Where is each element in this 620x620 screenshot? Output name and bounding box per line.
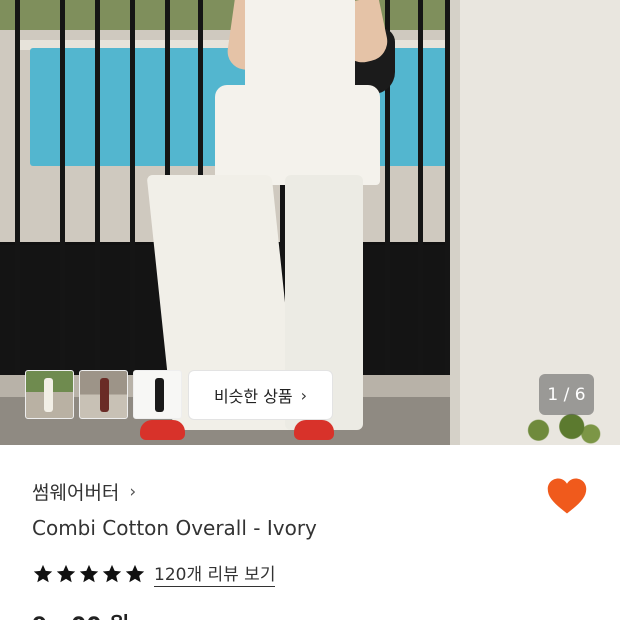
star-icon xyxy=(102,564,122,582)
model-shoe xyxy=(294,420,334,440)
fence-bar xyxy=(130,0,135,375)
rating-stars xyxy=(32,563,146,585)
thumbnail-figure xyxy=(155,378,164,412)
fence-bar xyxy=(95,0,100,375)
fence-bar xyxy=(418,0,423,375)
thumbnail-3[interactable] xyxy=(133,370,182,419)
image-counter: 1 / 6 xyxy=(539,374,594,415)
overall-top xyxy=(215,85,380,185)
brand-name: 썸웨어버터 xyxy=(32,482,120,504)
product-title: Combi Cotton Overall - Ivory xyxy=(32,516,317,540)
rating-row: 120개 리뷰 보기 xyxy=(32,560,276,587)
fence-bar xyxy=(60,0,65,375)
wall-shade xyxy=(450,0,460,445)
chevron-right-icon: › xyxy=(129,481,137,502)
chevron-right-icon: › xyxy=(300,385,308,405)
model-shoe xyxy=(140,420,185,440)
thumbnail-2[interactable] xyxy=(79,370,128,419)
product-price: 9 , 00 원 xyxy=(32,608,130,620)
brand-link[interactable]: 썸웨어버터 › xyxy=(32,478,136,505)
review-link[interactable]: 120개 리뷰 보기 xyxy=(154,560,276,587)
star-icon xyxy=(79,564,99,582)
thumbnail-1[interactable] xyxy=(25,370,74,419)
star-icon xyxy=(56,564,76,582)
thumbnail-figure xyxy=(100,378,109,412)
thumbnail-figure xyxy=(44,378,53,412)
thumbnail-strip xyxy=(25,370,182,419)
heart-icon[interactable] xyxy=(546,476,588,516)
background-wall xyxy=(450,0,620,445)
star-icon xyxy=(125,564,145,582)
similar-products-label: 비슷한 상품 xyxy=(213,387,293,406)
star-icon xyxy=(33,564,53,582)
fence-bar xyxy=(15,0,20,375)
similar-products-button[interactable]: 비슷한 상품 › xyxy=(188,370,333,420)
